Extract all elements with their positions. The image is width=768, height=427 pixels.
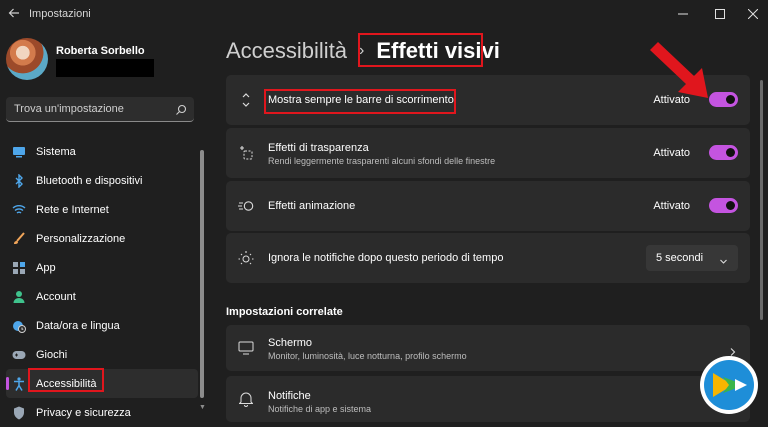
sidebar-item-bluetooth[interactable]: Bluetooth e dispositivi <box>6 166 198 195</box>
sidebar-item-label: Rete e Internet <box>36 203 109 216</box>
related-settings-heading: Impostazioni correlate <box>226 306 343 318</box>
setting-transparency: Effetti di trasparenza Rendi leggermente… <box>226 128 750 178</box>
related-item-schermo[interactable]: Schermo Monitor, luminosità, luce nottur… <box>226 325 750 371</box>
user-name: Roberta Sorbello <box>56 45 145 57</box>
setting-animations: Effetti animazione Attivato <box>226 181 750 231</box>
sidebar-item-label: Sistema <box>36 145 76 158</box>
page-title: Effetti visivi <box>376 38 500 63</box>
sidebar-item-label: Personalizzazione <box>36 232 126 245</box>
monitor-icon <box>12 145 26 159</box>
sidebar-item-app[interactable]: App <box>6 253 198 282</box>
related-subtitle: Notifiche di app e sistema <box>268 404 372 414</box>
globe-clock-icon <box>12 319 26 333</box>
main-scrollbar[interactable] <box>760 80 763 320</box>
sidebar-item-personalizzazione[interactable]: Personalizzazione <box>6 224 198 253</box>
toggle-knob <box>726 95 735 104</box>
breadcrumb-separator: › <box>359 42 365 59</box>
active-indicator <box>6 377 9 390</box>
animations-toggle[interactable] <box>709 198 738 213</box>
search-placeholder: Trova un'impostazione <box>14 103 124 115</box>
animation-icon <box>238 198 254 214</box>
sidebar-item-sistema[interactable]: Sistema <box>6 137 198 166</box>
sidebar-nav: Sistema Bluetooth e dispositivi Rete e I… <box>6 137 198 427</box>
dropdown-value: 5 secondi <box>656 252 704 264</box>
sidebar-item-accessibilita[interactable]: Accessibilità <box>6 369 198 398</box>
sidebar-item-giochi[interactable]: Giochi <box>6 340 198 369</box>
setting-title: Mostra sempre le barre di scorrimento <box>268 94 454 106</box>
person-icon <box>12 290 26 304</box>
sidebar-item-privacy[interactable]: Privacy e sicurezza <box>6 398 198 427</box>
sidebar-item-account[interactable]: Account <box>6 282 198 311</box>
back-arrow-icon[interactable] <box>6 6 22 22</box>
setting-notification-timeout: Ignora le notifiche dopo questo periodo … <box>226 233 750 283</box>
display-icon <box>238 340 254 356</box>
breadcrumb-parent[interactable]: Accessibilità <box>226 38 347 64</box>
sidebar-item-label: Bluetooth e dispositivi <box>36 174 143 187</box>
sidebar-item-label: Account <box>36 290 76 303</box>
title-bar: Impostazioni <box>0 0 768 28</box>
transparency-icon <box>238 145 254 161</box>
setting-title: Effetti di trasparenza <box>268 142 369 154</box>
scroll-down-arrow-icon[interactable]: ▼ <box>199 404 206 411</box>
sidebar-item-label: Data/ora e lingua <box>36 319 120 332</box>
sidebar-item-label: App <box>36 261 56 274</box>
related-title: Notifiche <box>268 390 311 402</box>
shield-icon <box>12 406 26 420</box>
user-email-redacted <box>56 59 154 77</box>
setting-title: Ignora le notifiche dopo questo periodo … <box>268 252 504 264</box>
gamepad-icon <box>12 348 26 362</box>
transparency-toggle[interactable] <box>709 145 738 160</box>
setting-subtitle: Rendi leggermente trasparenti alcuni sfo… <box>268 156 496 166</box>
sidebar-item-label: Giochi <box>36 348 68 361</box>
brush-icon <box>12 231 26 246</box>
toggle-state-label: Attivato <box>653 147 690 159</box>
setting-title: Effetti animazione <box>268 200 356 212</box>
minimize-button[interactable] <box>666 0 700 28</box>
search-input[interactable]: Trova un'impostazione <box>6 97 194 122</box>
related-item-notifiche[interactable]: Notifiche Notifiche di app e sistema <box>226 376 750 422</box>
maximize-button[interactable] <box>703 0 737 28</box>
sidebar-item-data-ora[interactable]: Data/ora e lingua <box>6 311 198 340</box>
chevron-down-icon <box>719 253 728 264</box>
toggle-state-label: Attivato <box>653 200 690 212</box>
watermark-logo <box>699 355 759 415</box>
toggle-knob <box>726 201 735 210</box>
sidebar-item-rete[interactable]: Rete e Internet <box>6 195 198 224</box>
notification-timeout-dropdown[interactable]: 5 secondi <box>646 245 738 271</box>
related-subtitle: Monitor, luminosità, luce notturna, prof… <box>268 351 467 361</box>
breadcrumb: Accessibilità › Effetti visivi <box>226 36 500 66</box>
related-title: Schermo <box>268 337 313 349</box>
scrollbar-icon <box>238 92 254 108</box>
toggle-knob <box>726 148 735 157</box>
accessibility-icon <box>12 376 26 391</box>
search-icon[interactable] <box>175 103 187 115</box>
avatar[interactable] <box>6 38 48 80</box>
chevron-right-icon <box>728 344 738 356</box>
sidebar-item-label: Accessibilità <box>36 377 97 390</box>
sun-icon <box>238 250 254 266</box>
close-button[interactable] <box>736 0 768 28</box>
red-arrow-annotation-icon <box>644 40 714 100</box>
bluetooth-icon <box>12 173 26 188</box>
apps-icon <box>12 261 26 275</box>
bell-icon <box>238 391 254 407</box>
sidebar-scrollbar[interactable] <box>200 150 204 398</box>
wifi-icon <box>12 203 26 217</box>
app-title: Impostazioni <box>29 8 91 20</box>
